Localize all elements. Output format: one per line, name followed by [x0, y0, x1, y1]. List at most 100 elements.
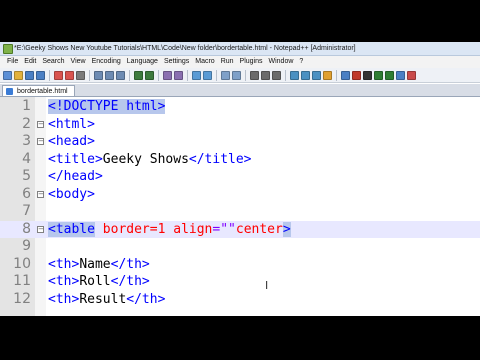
toolbar-separator [129, 69, 130, 81]
menu-run[interactable]: Run [218, 56, 237, 68]
menu-search[interactable]: Search [39, 56, 67, 68]
code-token: <th> [48, 256, 80, 272]
toolbar-separator [49, 69, 50, 81]
fold-toggle-icon[interactable]: − [37, 120, 44, 128]
code-line[interactable]: 12 <th>Result</th> [0, 291, 480, 309]
line-number: 6 [22, 185, 31, 202]
monitor-icon[interactable] [341, 70, 350, 80]
menu-edit[interactable]: Edit [21, 56, 39, 68]
undo-icon[interactable] [134, 70, 143, 80]
code-token: </th> [110, 274, 150, 289]
record-macro-icon[interactable] [352, 70, 361, 80]
line-number: 9 [22, 238, 31, 254]
code-text: <html> [48, 116, 95, 134]
menu-language[interactable]: Language [124, 56, 161, 68]
line-number: 4 [22, 150, 31, 167]
code-token: <html> [48, 116, 95, 132]
video-letterbox-bottom [0, 316, 480, 360]
code-token: <!DOCTYPE html> [48, 99, 166, 114]
doc-map-icon[interactable] [301, 70, 310, 80]
menu-encoding[interactable]: Encoding [89, 56, 124, 68]
code-token: <head> [48, 134, 95, 149]
replace-icon[interactable] [174, 70, 183, 80]
sync-h-icon[interactable] [232, 70, 241, 80]
zoom-in-icon[interactable] [192, 70, 201, 80]
close-icon[interactable] [54, 70, 63, 80]
menu-help[interactable]: ? [296, 56, 306, 68]
folder-workspace-icon[interactable] [323, 70, 332, 80]
menu-bar: File Edit Search View Encoding Language … [0, 56, 480, 68]
code-text: <!DOCTYPE html> [48, 98, 166, 116]
code-line[interactable]: 3− <head> [0, 133, 480, 151]
new-icon[interactable] [3, 70, 12, 80]
tab-label: bordertable.html [17, 88, 68, 95]
fold-toggle-icon[interactable]: − [37, 225, 44, 233]
code-line[interactable]: 5 </head> [0, 168, 480, 186]
code-line[interactable]: 6− <body> [0, 186, 480, 204]
line-number: 12 [13, 290, 31, 307]
close-all-icon[interactable] [65, 70, 74, 80]
title-bar: *E:\Geeky Shows New Youtube Tutorials\HT… [0, 42, 480, 56]
code-token: =1 [149, 221, 174, 237]
all-chars-icon[interactable] [261, 70, 270, 80]
save-icon[interactable] [25, 70, 34, 80]
code-text: <table border=1 align=""center> [48, 221, 291, 239]
line-number: 8 [22, 220, 31, 237]
save-all-icon[interactable] [36, 70, 45, 80]
paste-icon[interactable] [116, 70, 125, 80]
code-line[interactable]: 1 <!DOCTYPE html> [0, 98, 480, 116]
tab-bordertable[interactable]: bordertable.html [2, 85, 75, 96]
code-editor[interactable]: 1 <!DOCTYPE html> 2− <html> 3− <head> 4 <title>… [0, 97, 480, 316]
code-token: </head> [48, 169, 103, 184]
code-line[interactable]: 7 [0, 203, 480, 221]
menu-window[interactable]: Window [266, 56, 297, 68]
save-macro-icon[interactable] [396, 70, 405, 80]
code-line[interactable]: 10 <th>Name</th> [0, 256, 480, 274]
code-line[interactable]: 11 <th>Roll</th> [0, 273, 480, 291]
cut-icon[interactable] [94, 70, 103, 80]
zoom-out-icon[interactable] [203, 70, 212, 80]
code-line[interactable]: 8− <table border=1 align=""center> [0, 220, 480, 239]
spellcheck-icon[interactable] [407, 70, 416, 80]
window-title: *E:\Geeky Shows New Youtube Tutorials\HT… [14, 45, 356, 52]
notepadpp-logo-icon [3, 44, 13, 54]
code-line[interactable]: 9 [0, 238, 480, 256]
text-cursor-icon: I [265, 279, 269, 292]
line-number: 11 [13, 273, 31, 289]
menu-file[interactable]: File [4, 56, 21, 68]
menu-macro[interactable]: Macro [192, 56, 217, 68]
unsaved-file-icon [6, 88, 13, 95]
play-multiple-icon[interactable] [385, 70, 394, 80]
menu-view[interactable]: View [68, 56, 89, 68]
toolbar-separator [89, 69, 90, 81]
fold-toggle-icon[interactable]: − [37, 138, 44, 145]
code-text: <head> [48, 133, 95, 151]
code-token: ="" [212, 221, 236, 237]
find-icon[interactable] [163, 70, 172, 80]
wrap-icon[interactable] [250, 70, 259, 80]
toolbar-separator [158, 69, 159, 81]
menu-settings[interactable]: Settings [161, 56, 192, 68]
func-list-icon[interactable] [312, 70, 321, 80]
copy-icon[interactable] [105, 70, 114, 80]
lang-icon[interactable] [290, 70, 299, 80]
print-icon[interactable] [76, 70, 85, 80]
video-letterbox-top [0, 0, 480, 42]
sync-v-icon[interactable] [221, 70, 230, 80]
redo-icon[interactable] [145, 70, 154, 80]
code-token: </title> [188, 151, 252, 167]
code-line[interactable]: 2− <html> [0, 116, 480, 134]
code-token: <th> [48, 274, 80, 289]
open-icon[interactable] [14, 70, 23, 80]
indent-guide-icon[interactable] [272, 70, 281, 80]
toolbar-separator [336, 69, 337, 81]
play-macro-icon[interactable] [374, 70, 383, 80]
code-text: <title>Geeky Shows</title> [48, 151, 252, 169]
code-line[interactable]: 4 <title>Geeky Shows</title> [0, 151, 480, 169]
code-text: <th>Name</th> [48, 256, 150, 274]
fold-toggle-icon[interactable]: − [37, 190, 44, 198]
tab-bar: bordertable.html [0, 84, 480, 97]
stop-record-icon[interactable] [363, 70, 372, 80]
menu-plugins[interactable]: Plugins [237, 56, 266, 68]
